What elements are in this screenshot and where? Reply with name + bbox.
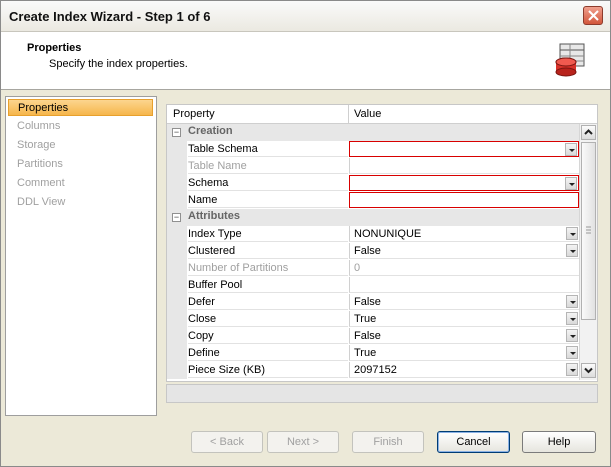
property-name: Clustered <box>188 243 348 259</box>
category-label: Creation <box>188 125 233 137</box>
property-name: Piece Size (KB) <box>188 362 348 378</box>
row-copy: Copy False <box>167 328 579 345</box>
title-bar: Create Index Wizard - Step 1 of 6 <box>1 1 610 32</box>
category-creation[interactable]: − Creation <box>167 124 579 141</box>
sidebar-item-columns[interactable]: Columns <box>8 118 153 135</box>
vertical-scrollbar[interactable] <box>579 124 597 380</box>
row-define: Define True <box>167 345 579 362</box>
table-schema-dropdown[interactable] <box>349 141 579 157</box>
help-button[interactable]: Help <box>522 431 596 453</box>
buffer-pool-input[interactable] <box>349 277 579 293</box>
property-name: Table Name <box>188 158 348 174</box>
value-column-header[interactable]: Value <box>354 108 381 120</box>
name-input[interactable] <box>349 192 579 208</box>
property-name: Name <box>188 192 348 208</box>
dropdown-arrow-icon[interactable] <box>566 312 578 325</box>
table-name-value <box>349 158 579 174</box>
property-name: Copy <box>188 328 348 344</box>
row-schema: Schema <box>167 175 579 192</box>
property-name: Index Type <box>188 226 348 242</box>
schema-dropdown[interactable] <box>349 175 579 191</box>
dropdown-arrow-icon[interactable] <box>566 346 578 359</box>
property-name: Buffer Pool <box>188 277 348 293</box>
dropdown-arrow-icon[interactable] <box>565 143 577 156</box>
row-name: Name <box>167 192 579 209</box>
close-icon <box>588 10 599 21</box>
step-subtitle: Specify the index properties. <box>49 58 188 70</box>
property-name: Number of Partitions <box>188 260 348 276</box>
scroll-thumb[interactable] <box>581 142 596 320</box>
step-header: Properties Specify the index properties. <box>1 32 610 90</box>
property-name: Close <box>188 311 348 327</box>
row-buffer-pool: Buffer Pool <box>167 277 579 294</box>
window-title: Create Index Wizard - Step 1 of 6 <box>9 9 211 24</box>
back-button[interactable]: < Back <box>191 431 263 453</box>
finish-button[interactable]: Finish <box>352 431 424 453</box>
wizard-steps-sidebar: Properties Columns Storage Partitions Co… <box>5 96 157 416</box>
dropdown-arrow-icon[interactable] <box>565 177 577 190</box>
row-close: Close True <box>167 311 579 328</box>
dropdown-arrow-icon[interactable] <box>566 227 578 240</box>
row-table-schema: Table Schema <box>167 141 579 158</box>
number-of-partitions-value: 0 <box>349 260 579 276</box>
sidebar-item-ddl-view[interactable]: DDL View <box>8 194 153 211</box>
copy-dropdown[interactable]: False <box>349 328 579 344</box>
sidebar-item-partitions[interactable]: Partitions <box>8 156 153 173</box>
row-table-name: Table Name <box>167 158 579 175</box>
scroll-down-button[interactable] <box>581 363 596 378</box>
row-number-of-partitions: Number of Partitions 0 <box>167 260 579 277</box>
row-piece-size: Piece Size (KB) 2097152 <box>167 362 579 379</box>
scroll-up-button[interactable] <box>581 125 596 140</box>
property-column-header[interactable]: Property <box>173 108 215 120</box>
grip-icon <box>586 226 591 234</box>
close-button[interactable] <box>583 6 603 25</box>
property-name: Defer <box>188 294 348 310</box>
next-button[interactable]: Next > <box>267 431 339 453</box>
dropdown-arrow-icon[interactable] <box>566 244 578 257</box>
row-index-type: Index Type NONUNIQUE <box>167 226 579 243</box>
sidebar-item-storage[interactable]: Storage <box>8 137 153 154</box>
category-attributes[interactable]: − Attributes <box>167 209 579 226</box>
close-dropdown[interactable]: True <box>349 311 579 327</box>
grid-header: Property Value <box>167 105 597 124</box>
collapse-icon[interactable]: − <box>172 128 181 137</box>
property-name: Define <box>188 345 348 361</box>
column-divider[interactable] <box>348 105 349 123</box>
index-type-dropdown[interactable]: NONUNIQUE <box>349 226 579 242</box>
step-title: Properties <box>27 42 82 54</box>
defer-dropdown[interactable]: False <box>349 294 579 310</box>
category-label: Attributes <box>188 210 240 222</box>
chevron-down-icon <box>584 367 593 374</box>
property-name: Schema <box>188 175 348 191</box>
chevron-up-icon <box>584 129 593 135</box>
dropdown-arrow-icon[interactable] <box>566 329 578 342</box>
clustered-dropdown[interactable]: False <box>349 243 579 259</box>
row-defer: Defer False <box>167 294 579 311</box>
property-grid: Property Value − Creation Table Schema T… <box>166 104 598 382</box>
cancel-button[interactable]: Cancel <box>437 431 510 453</box>
collapse-icon[interactable]: − <box>172 213 181 222</box>
wizard-window: Create Index Wizard - Step 1 of 6 Proper… <box>0 0 611 467</box>
property-name: Table Schema <box>188 141 348 157</box>
database-table-icon <box>555 43 585 77</box>
sidebar-item-comment[interactable]: Comment <box>8 175 153 192</box>
define-dropdown[interactable]: True <box>349 345 579 361</box>
sidebar-item-properties[interactable]: Properties <box>8 99 153 116</box>
dropdown-arrow-icon[interactable] <box>566 295 578 308</box>
dropdown-arrow-icon[interactable] <box>566 363 578 376</box>
piece-size-dropdown[interactable]: 2097152 <box>349 362 579 378</box>
property-description-panel <box>166 384 598 403</box>
row-clustered: Clustered False <box>167 243 579 260</box>
